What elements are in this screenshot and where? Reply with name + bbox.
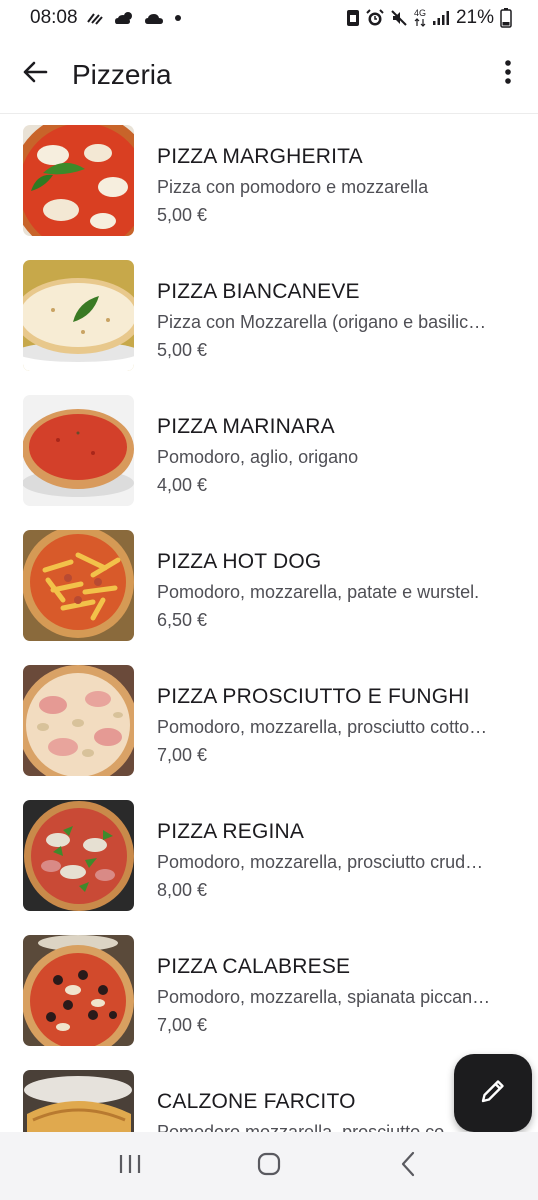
item-price: 8,00 € (157, 880, 208, 900)
item-description: Pomodoro, mozzarella, prosciutto crud… (157, 852, 484, 872)
item-price: 7,00 € (157, 1015, 208, 1035)
page-title: Pizzeria (72, 58, 172, 90)
pizza-image-margherita (23, 125, 134, 236)
alarm-icon (366, 9, 384, 27)
item-price: 6,50 € (157, 610, 208, 630)
item-description: Pizza con Mozzarella (origano e basilic… (157, 312, 487, 332)
item-description: Pomodoro, aglio, origano (157, 447, 359, 467)
more-vert-icon (504, 59, 512, 90)
list-item[interactable]: PIZZA MARINARA Pomodoro, aglio, origano … (0, 384, 538, 519)
home-button[interactable] (239, 1136, 299, 1196)
item-description: Pomodoro, mozzarella, prosciutto cotto… (157, 717, 488, 737)
mute-icon (390, 9, 408, 27)
back-button[interactable] (0, 36, 70, 114)
status-bar: 08:08 4G 21% (0, 0, 538, 36)
battery-icon (500, 8, 512, 28)
system-nav-bar (0, 1132, 538, 1200)
edit-pencil-icon (478, 1076, 508, 1111)
pizza-image-hotdog (23, 530, 134, 641)
edit-fab-button[interactable] (454, 1054, 532, 1132)
item-name: PIZZA CALABRESE (157, 955, 351, 978)
notification-dot-icon (172, 12, 184, 24)
menu-list[interactable]: PIZZA MARGHERITA Pizza con pomodoro e mo… (0, 114, 538, 1132)
recent-apps-icon (118, 1153, 142, 1180)
item-name: PIZZA MARINARA (157, 415, 335, 438)
status-right: 4G 21% (346, 7, 512, 29)
item-name: PIZZA REGINA (157, 820, 305, 843)
list-item[interactable]: PIZZA HOT DOG Pomodoro, mozzarella, pata… (0, 519, 538, 654)
item-text: PIZZA MARGHERITA Pizza con pomodoro e mo… (157, 125, 512, 226)
item-text: PIZZA BIANCANEVE Pizza con Mozzarella (o… (157, 260, 512, 361)
weather-icon (86, 10, 106, 26)
nav-back-button[interactable] (378, 1136, 438, 1196)
sim-icon (346, 9, 360, 27)
list-item[interactable]: PIZZA BIANCANEVE Pizza con Mozzarella (o… (0, 249, 538, 384)
battery-percent: 21% (455, 7, 494, 28)
item-description: Pomodoro, mozzarella, patate e wurstel. (157, 582, 480, 602)
list-item[interactable]: PIZZA PROSCIUTTO E FUNGHI Pomodoro, mozz… (0, 654, 538, 789)
item-text: PIZZA HOT DOG Pomodoro, mozzarella, pata… (157, 530, 512, 631)
list-item[interactable]: PIZZA REGINA Pomodoro, mozzarella, prosc… (0, 789, 538, 924)
pizza-image-calabrese (23, 935, 134, 1046)
item-price: 5,00 € (157, 340, 208, 360)
cloud-icon (144, 11, 164, 25)
back-icon (400, 1151, 416, 1182)
network-arrows-icon: 4G (414, 9, 426, 27)
item-price: 5,00 € (157, 205, 208, 225)
item-name: PIZZA MARGHERITA (157, 145, 363, 168)
pizza-image-regina (23, 800, 134, 911)
status-time: 08:08 (30, 7, 78, 28)
item-name: PIZZA PROSCIUTTO E FUNGHI (157, 685, 470, 708)
item-text: PIZZA PROSCIUTTO E FUNGHI Pomodoro, mozz… (157, 665, 512, 766)
signal-icon (432, 10, 450, 26)
network-type-label: 4G (413, 8, 426, 18)
item-text: PIZZA REGINA Pomodoro, mozzarella, prosc… (157, 800, 512, 901)
item-price: 7,00 € (157, 745, 208, 765)
pizza-image-marinara (23, 395, 134, 506)
cloud-sun-icon (114, 10, 136, 26)
more-options-button[interactable] (478, 36, 538, 114)
item-text: PIZZA CALABRESE Pomodoro, mozzarella, sp… (157, 935, 512, 1036)
arrow-back-icon (21, 58, 49, 91)
item-description: Pomodoro, mozzarella, spianata piccan… (157, 987, 491, 1007)
recent-apps-button[interactable] (100, 1136, 160, 1196)
item-text: PIZZA MARINARA Pomodoro, aglio, origano … (157, 395, 512, 496)
item-description: Pizza con pomodoro e mozzarella (157, 177, 429, 197)
item-name: PIZZA BIANCANEVE (157, 280, 360, 303)
item-price: 4,00 € (157, 475, 208, 495)
list-item[interactable]: PIZZA MARGHERITA Pizza con pomodoro e mo… (0, 114, 538, 249)
status-left: 08:08 (30, 7, 184, 29)
home-icon (257, 1152, 281, 1181)
pizza-image-prosciutto (23, 665, 134, 776)
pizza-image-calzone (23, 1070, 134, 1132)
app-bar: Pizzeria (0, 36, 538, 114)
item-name: PIZZA HOT DOG (157, 550, 322, 573)
list-item[interactable]: PIZZA CALABRESE Pomodoro, mozzarella, sp… (0, 924, 538, 1059)
pizza-image-biancaneve (23, 260, 134, 371)
